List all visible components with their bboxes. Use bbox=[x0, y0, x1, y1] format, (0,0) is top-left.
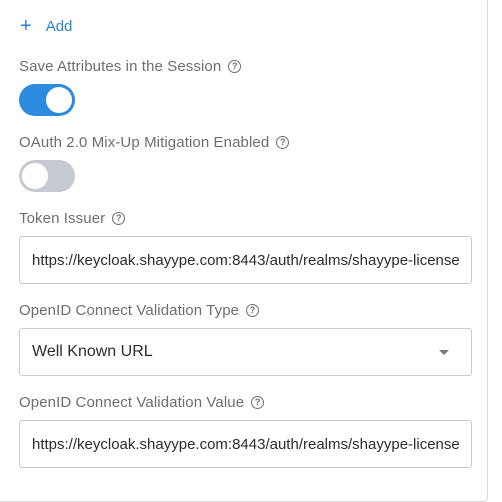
validation-value-text: OpenID Connect Validation Value bbox=[19, 394, 245, 411]
scrollbar-track[interactable] bbox=[489, 0, 502, 502]
validation-value-input[interactable] bbox=[20, 421, 471, 467]
help-icon[interactable]: ? bbox=[112, 212, 126, 225]
validation-type-label: OpenID Connect Validation Type ? bbox=[19, 302, 260, 319]
oauth-mixup-toggle[interactable] bbox=[19, 160, 75, 192]
token-issuer-input[interactable] bbox=[20, 237, 471, 283]
validation-type-value: Well Known URL bbox=[32, 343, 153, 360]
toggle-knob bbox=[22, 163, 48, 189]
validation-type-text: OpenID Connect Validation Type bbox=[19, 302, 240, 319]
save-attributes-label: Save Attributes in the Session ? bbox=[19, 58, 242, 75]
plus-icon: + bbox=[20, 15, 32, 37]
validation-value-field[interactable] bbox=[19, 420, 472, 468]
help-icon[interactable]: ? bbox=[246, 304, 260, 317]
caret-down-icon bbox=[439, 350, 449, 355]
validation-type-select[interactable]: Well Known URL bbox=[19, 328, 472, 376]
token-issuer-text: Token Issuer bbox=[19, 210, 106, 227]
save-attributes-text: Save Attributes in the Session bbox=[19, 58, 222, 75]
add-button[interactable]: + Add bbox=[20, 16, 72, 36]
save-attributes-toggle[interactable] bbox=[19, 84, 75, 116]
add-label: Add bbox=[45, 17, 73, 35]
help-icon[interactable]: ? bbox=[251, 396, 265, 409]
help-icon[interactable]: ? bbox=[228, 60, 242, 73]
help-icon[interactable]: ? bbox=[276, 136, 290, 149]
token-issuer-field[interactable] bbox=[19, 236, 472, 284]
validation-value-label: OpenID Connect Validation Value ? bbox=[19, 394, 265, 411]
settings-panel: + Add Save Attributes in the Session ? O… bbox=[0, 0, 488, 502]
toggle-knob bbox=[46, 87, 72, 113]
oauth-mixup-text: OAuth 2.0 Mix-Up Mitigation Enabled bbox=[19, 134, 270, 151]
token-issuer-label: Token Issuer ? bbox=[19, 210, 126, 227]
oauth-mixup-label: OAuth 2.0 Mix-Up Mitigation Enabled ? bbox=[19, 134, 290, 151]
